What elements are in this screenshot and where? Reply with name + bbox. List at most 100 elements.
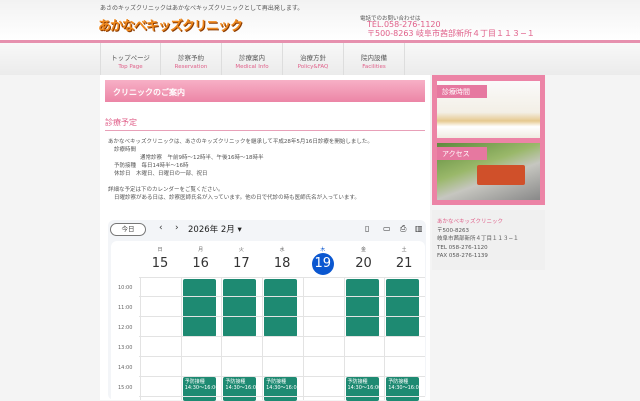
next-week-button[interactable]: › [175,223,179,233]
nav-medical-info[interactable]: 診療案内 Medical Info [222,43,283,75]
vaccination-event[interactable]: 予防接種 14:30〜16:00 [223,377,257,401]
day-number[interactable]: 18 [262,256,302,271]
phone: TEL.058-276-1120 [367,20,441,29]
weekday-label: 月 [198,247,204,253]
event-time: 14:30〜16:00 [266,385,298,391]
hours-vaccine: 予防接種 毎日14時半〜16時 [114,163,189,169]
weekday-label: 土 [401,247,407,253]
morning-clinic-event[interactable] [345,279,379,337]
hour-line [139,356,425,357]
clinic-name: あかなべキッズクリニック [437,219,504,225]
month-selector[interactable]: 2026年 2月 ▾ [188,223,242,235]
day-number-text: 20 [355,256,372,271]
nav-facilities[interactable]: 院内設備 Facilities [344,43,405,75]
nav-label: 診察予約 [178,54,204,62]
hours-label: 診療時間 [114,147,137,153]
doctor-note: 日曜診察がある日は、診察医師氏名が入っています。他の日で代診の時も医師氏名が入っ… [114,195,360,201]
hour-line [139,316,425,317]
nav-sublabel: Policy&FAQ [297,64,329,70]
intro-text: あかなべキッズクリニックは、あさのキッズクリニックを継承して平成28年5月16日… [108,139,373,145]
event-time: 14:30〜16:00 [388,385,420,391]
vaccination-event[interactable]: 予防接種 14:30〜16:00 [182,377,216,401]
address: 岐阜市茜部新所４丁目１１３−１ [437,236,519,242]
day-number[interactable]: 21 [384,256,424,271]
site-header: あさのキッズクリニックはあかなべキッズクリニックとして再出発します。 あかなべキ… [0,0,640,40]
day-number-text: 16 [192,256,209,271]
day-number-text: 17 [233,256,250,271]
day-number[interactable]: 16 [181,256,221,271]
morning-clinic-event[interactable] [182,279,216,337]
day-number-text: 18 [273,256,291,271]
hour-label: 11:00 [118,305,133,311]
hour-label: 12:00 [118,325,133,331]
hour-label: 14:00 [118,365,133,371]
nav-reservation[interactable]: 診察予約 Reservation [161,43,222,75]
hour-line [139,376,425,377]
fax: FAX 058-276-1139 [437,253,488,259]
weekday-label: 日 [157,247,163,253]
nav-sublabel: Top Page [118,64,143,70]
morning-clinic-event[interactable] [386,279,420,337]
print-icon[interactable]: ⎙ [400,224,406,234]
day-number[interactable]: 15 [140,256,180,271]
week-view-icon[interactable]: ▥ [415,224,423,233]
morning-clinic-event[interactable] [264,279,298,337]
banner-label: 診療時間 [437,85,487,98]
day-number-text: 15 [151,256,169,271]
hour-label: 13:00 [118,345,133,351]
calendar-note: 詳細な予定は下のカレンダーをご覧ください。 [108,187,224,193]
event-time: 14:30〜16:00 [347,385,379,391]
calendar-icon[interactable]: ▭ [383,224,391,233]
hour-line [139,296,425,297]
event-time: 14:30〜16:00 [184,385,216,391]
calendar-grid: 日 15 月 16 予防接種 14:30〜16:00 火 17 予防接種 14:30〜16:00 水… [111,241,425,401]
hour-label: 15:00 [118,385,133,391]
notice-text: あさのキッズクリニックはあかなべキッズクリニックとして再出発します。 [100,5,304,12]
morning-clinic-event[interactable] [223,279,257,337]
page-title: クリニックのご案内 [105,80,425,102]
day-number[interactable]: 19 [303,253,343,275]
day-number-text: 19 [311,253,334,275]
clinic-logo[interactable]: あかなべキッズクリニック [98,15,243,34]
vaccination-event[interactable]: 予防接種 14:30〜16:00 [386,377,420,401]
main-nav: トップページ Top Page 診察予約 Reservation 診療案内 Medic… [0,43,640,75]
nav-sublabel: Facilities [362,64,386,70]
closed-days: 休診日 木曜日、日曜日の一部、祝日 [114,171,208,177]
clinic-info: あかなべキッズクリニック 〒500-8263 岐阜市茜部新所４丁目１１３−１ T… [432,210,545,270]
weekday-label: 水 [279,247,285,253]
today-button[interactable]: 今日 [110,223,146,236]
weekday-label: 木 [320,247,326,253]
vaccination-event[interactable]: 予防接種 14:30〜16:00 [264,377,298,401]
hours-regular: 通常診察 午前9時〜12時半、午後16時〜18時半 [140,155,264,161]
hour-label: 10:00 [118,285,133,291]
weekday-label: 金 [360,247,366,253]
nav-label: 治療方針 [300,54,326,62]
bus-image [477,165,525,185]
day-number-text: 21 [395,256,413,271]
day-number[interactable]: 17 [221,256,261,271]
banner-hours[interactable]: 診療時間 [437,81,540,138]
weekday-label: 火 [238,247,244,253]
nav-policy[interactable]: 治療方針 Policy&FAQ [283,43,344,75]
nav-label: 院内設備 [361,54,387,62]
hour-line [139,396,425,397]
banner-access[interactable]: アクセス [437,143,540,200]
postal-code: 〒500-8263 [437,227,469,234]
nav-top[interactable]: トップページ Top Page [100,43,161,75]
contact-info: TEL.058-276-1120 〒500-8263 岐阜市茜部新所４丁目１１３−… [367,20,535,38]
address: 〒500-8263 岐阜市茜部新所４丁目１１３−１ [367,29,535,38]
nav-sublabel: Reservation [174,64,208,70]
nav-label: トップページ [111,54,150,62]
calendar: 今日 ‹ › 2026年 2月 ▾ ▯ ▭ ⎙ ▥ 日 15 月 16 予防接種 14:3… [108,220,426,401]
vaccination-event[interactable]: 予防接種 14:30〜16:00 [345,377,379,401]
sidebar-banners: 診療時間 アクセス [432,75,545,205]
hour-line [139,336,425,337]
prev-week-button[interactable]: ‹ [159,223,163,233]
agenda-icon[interactable]: ▯ [365,224,369,233]
day-number[interactable]: 20 [344,256,384,271]
header-line [139,277,425,278]
section-heading: 診療予定 [105,117,425,131]
nav-sublabel: Medical Info [235,64,269,70]
nav-label: 診療案内 [239,54,265,62]
banner-label: アクセス [437,147,487,160]
